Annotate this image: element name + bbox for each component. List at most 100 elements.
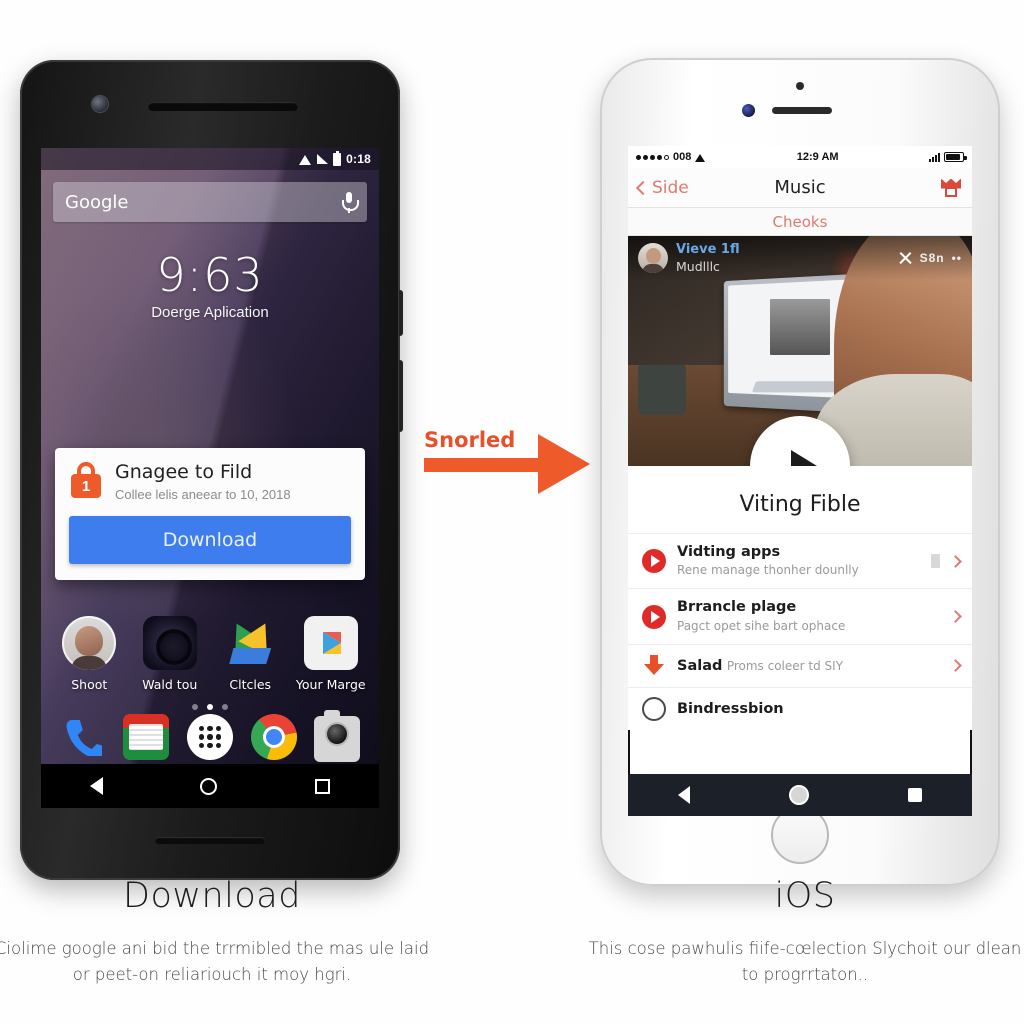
list-item-title: Brrancle plage [677, 599, 796, 615]
camera-icon[interactable] [314, 716, 360, 762]
content-list: Vidting apps Rene manage thonher dounlly… [628, 533, 972, 730]
video-player[interactable]: Vieve 1fl Mudlllc S8n •• [628, 236, 972, 466]
list-item[interactable]: Salad Proms coleer td SIY [628, 644, 972, 687]
front-camera-icon [92, 96, 108, 112]
chevron-right-icon [949, 610, 962, 623]
ios-phone-mockup: 008 12:9 AM Side Music Cheoks Vieve 1fl … [600, 58, 1000, 886]
pencil-cup [638, 365, 686, 416]
signal-icon [317, 154, 328, 164]
volume-button[interactable] [399, 360, 403, 432]
list-item-subtitle: Rene manage thonher dounlly [677, 563, 859, 577]
caption-right: iOS This cose pawhulis fiife-cœlection S… [585, 876, 1024, 987]
caption-body: Ciolime google ani bid the trrmibled the… [0, 936, 432, 987]
android-nav-bar [41, 764, 379, 808]
play-circle-icon [642, 605, 666, 629]
app-item-cltcles[interactable]: Cltcles [214, 616, 286, 692]
dialog-header: 1 Gnagee to Fild Collee lelis aneear to … [69, 462, 351, 502]
transition-arrow: Snorled [418, 420, 608, 500]
android-style-nav-bar [628, 774, 972, 816]
caption-title: iOS [585, 876, 1024, 916]
phone-icon[interactable] [60, 714, 106, 760]
lockscreen-clock: 9:63 [41, 248, 379, 302]
list-item-subtitle: Proms coleer td SIY [727, 659, 843, 673]
list-item-title: Bindressbion [677, 701, 784, 717]
avatar-icon [62, 616, 116, 670]
front-camera-icon [742, 104, 755, 117]
crown-icon[interactable] [940, 177, 962, 199]
caption-left: Download Ciolime google ani bid the trrm… [0, 876, 432, 987]
bottom-speaker [155, 837, 265, 844]
sub-tab-label: Cheoks [773, 213, 828, 231]
proximity-sensor [796, 82, 804, 90]
ios-nav-bar: Side Music [628, 168, 972, 208]
app-label: Cltcles [214, 677, 286, 692]
caption-body: This cose pawhulis fiife-cœlection Slych… [585, 936, 1024, 987]
home-icon[interactable] [200, 778, 217, 795]
back-button[interactable]: Side [638, 178, 689, 198]
uploader-info: Vieve 1fl Mudlllc [676, 240, 740, 277]
status-badge [931, 554, 940, 568]
page-dot [222, 704, 228, 710]
chrome-icon[interactable] [251, 714, 297, 760]
app-label: Wald tou [134, 677, 206, 692]
battery-icon [333, 153, 341, 166]
mic-icon[interactable] [342, 192, 355, 212]
back-label: Side [652, 178, 689, 198]
arrow-shaft [424, 458, 556, 472]
wifi-icon [299, 154, 312, 165]
arrow-label: Snorled [424, 428, 515, 452]
back-icon[interactable] [678, 786, 690, 804]
ios-screen: 008 12:9 AM Side Music Cheoks Vieve 1fl … [628, 146, 972, 816]
list-item-subtitle: Pagct opet sihe bart ophace [677, 619, 845, 633]
app-label: Shoot [53, 677, 125, 692]
home-icon[interactable] [789, 785, 809, 805]
download-button[interactable]: Download [69, 516, 351, 564]
android-dock [41, 712, 379, 762]
android-top-bezel [20, 60, 400, 148]
back-icon[interactable] [90, 777, 103, 795]
uploader-name: Vieve 1fl [676, 242, 740, 257]
lockscreen-clock-block: 9:63 Doerge Aplication [41, 248, 379, 321]
sub-tab-bar[interactable]: Cheoks [628, 208, 972, 236]
dialog-title: Gnagee to Fild [115, 462, 291, 483]
chevron-right-icon [949, 555, 962, 568]
list-item[interactable]: Bindressbion [628, 687, 972, 730]
earpiece-speaker [772, 107, 832, 114]
google-search-bar[interactable]: Google [53, 182, 367, 222]
list-item-title: Salad [677, 658, 722, 674]
recents-icon[interactable] [315, 779, 330, 794]
dialog-subtitle: Collee lelis aneear to 10, 2018 [115, 487, 291, 502]
download-dialog-card: 1 Gnagee to Fild Collee lelis aneear to … [55, 448, 365, 580]
app-item-wald-tou[interactable]: Wald tou [134, 616, 206, 692]
page-dot-active [207, 704, 213, 710]
download-icon [642, 654, 666, 678]
carrier-signal-dots [636, 155, 669, 160]
close-icon[interactable] [898, 251, 913, 266]
chevron-right-icon [949, 659, 962, 672]
more-dots-icon[interactable]: •• [952, 251, 962, 265]
play-store-icon [304, 616, 358, 670]
app-item-your-marge[interactable]: Your Marge [295, 616, 367, 692]
status-clock: 0:18 [346, 152, 371, 166]
rainbow-ring-icon [143, 616, 197, 670]
list-item[interactable]: Brrancle plage Pagct opet sihe bart opha… [628, 588, 972, 643]
status-clock: 12:9 AM [797, 151, 839, 163]
app-item-shoot[interactable]: Shoot [53, 616, 125, 692]
app-drawer-icon[interactable] [187, 714, 233, 760]
list-item[interactable]: Vidting apps Rene manage thonher dounlly [628, 533, 972, 588]
wifi-icon [695, 153, 706, 162]
section-heading: Viting Fible [628, 466, 972, 533]
play-circle-icon [642, 549, 666, 573]
android-screen: 0:18 Google 9:63 Doerge Aplication 1 Gna… [41, 148, 379, 808]
avatar [638, 243, 668, 273]
app-label: Your Marge [295, 677, 367, 692]
chevron-left-icon [636, 180, 650, 194]
news-icon[interactable] [123, 714, 169, 760]
power-button[interactable] [399, 290, 403, 336]
recents-icon[interactable] [908, 788, 922, 802]
arrow-head-icon [538, 434, 590, 494]
search-placeholder: Google [65, 192, 128, 213]
lockscreen-subtitle: Doerge Aplication [41, 304, 379, 321]
caption-title: Download [0, 876, 432, 916]
google-drive-icon [223, 616, 277, 670]
